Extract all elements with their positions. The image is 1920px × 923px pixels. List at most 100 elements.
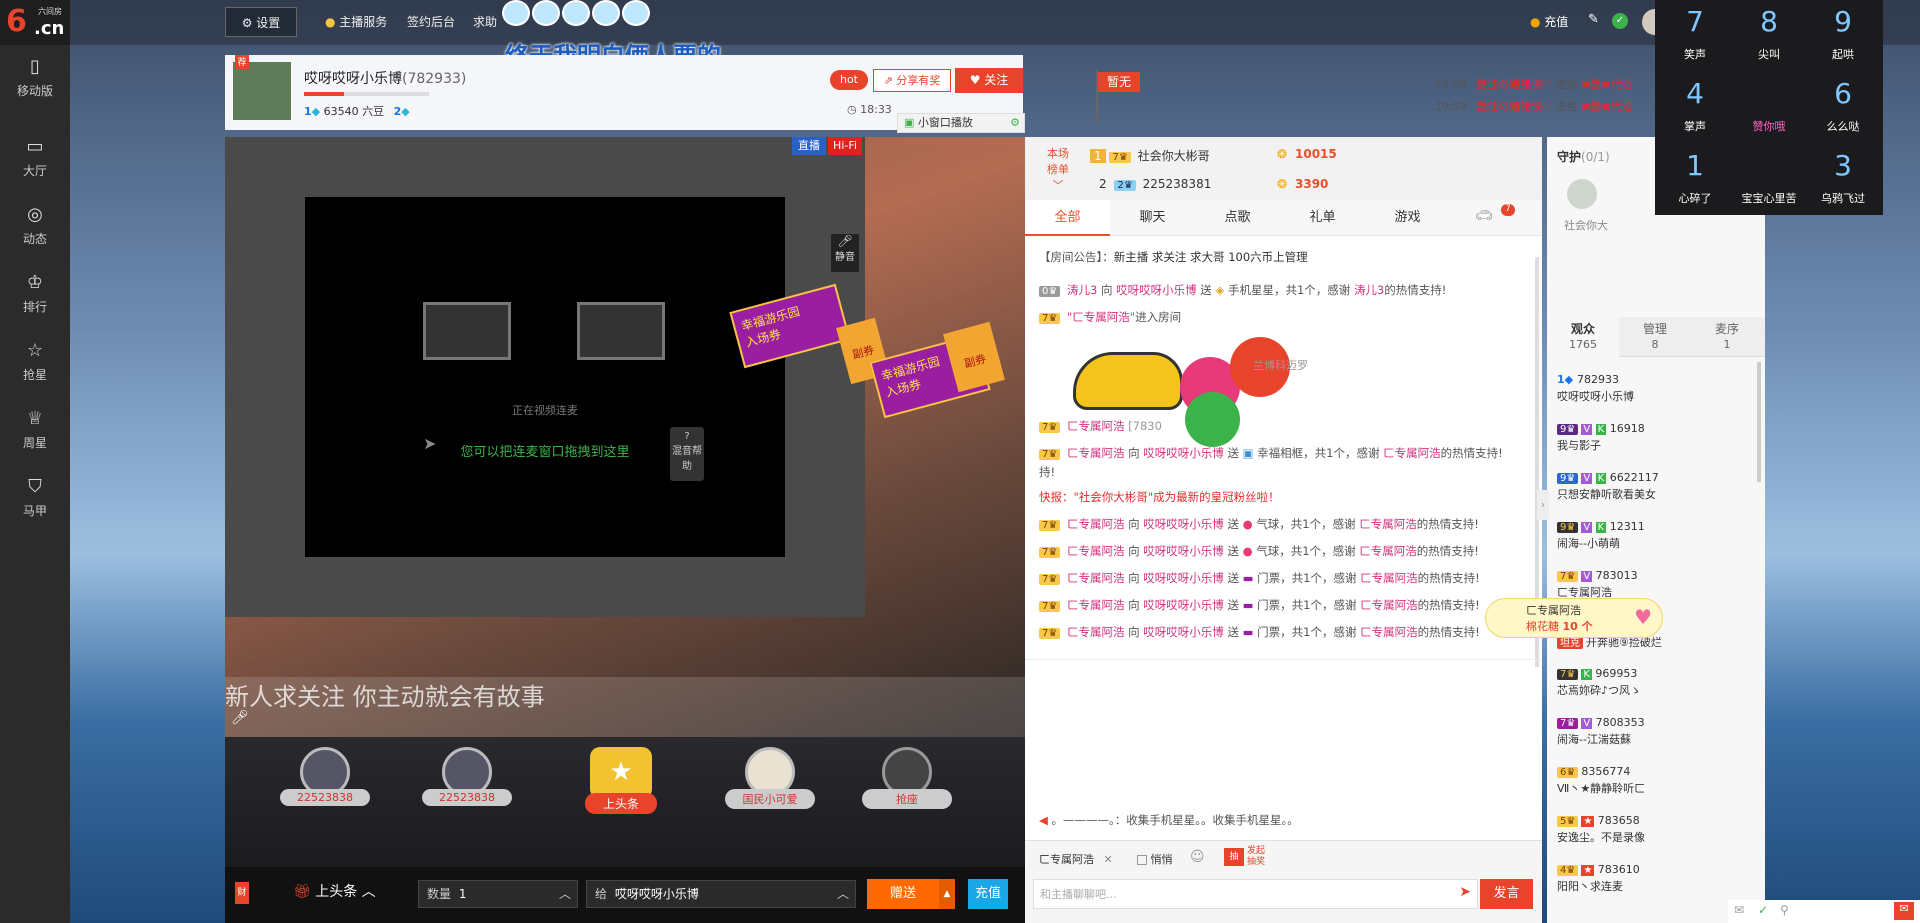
audience-row[interactable]: 7♛ V 783013 ㄈ专属阿浩 — [1557, 569, 1757, 600]
nav-vest[interactable]: ⛉ 马甲 — [0, 470, 70, 530]
guard-avatar[interactable] — [1567, 179, 1597, 209]
nav-week-star[interactable]: ♕ 周星 — [0, 402, 70, 462]
reply-target[interactable]: ㄈ专属阿浩 ✕ — [1039, 851, 1113, 867]
zoom-icon[interactable]: ⚲ — [1780, 903, 1789, 917]
share-button[interactable]: ⇗ 分享有奖 — [873, 69, 951, 92]
follow-button[interactable]: ♥ 关注 — [955, 68, 1023, 93]
anchor-service-link[interactable]: ● 主播服务 — [325, 7, 387, 37]
chat-thanks[interactable]: ㄈ专属阿浩 — [1360, 625, 1418, 639]
chat-target[interactable]: 哎呀哎呀小乐博 — [1143, 446, 1224, 460]
collapse-chevron-icon[interactable]: › — [1537, 490, 1549, 520]
settings-button[interactable]: ⚙ 设置 — [225, 7, 297, 37]
tab-games[interactable]: 游戏 — [1365, 200, 1450, 236]
audience-row[interactable]: 9♛ V K 12311 闹海--小萌萌 — [1557, 520, 1757, 551]
chat-user[interactable]: ㄈ专属阿浩 — [1067, 419, 1125, 433]
lottery-icon[interactable]: 抽 — [1224, 848, 1244, 866]
car-icon[interactable]: 🚗︎ — [1475, 208, 1493, 224]
chat-thanks[interactable]: ㄈ专属阿浩 — [1359, 517, 1417, 531]
recipient-select[interactable]: 给 哎呀哎呀小乐博 ︿ — [586, 880, 856, 908]
emote-cheer[interactable]: 9 起哄 — [1808, 0, 1878, 70]
give-button[interactable]: 赠送 — [867, 879, 939, 909]
chat-user[interactable]: ㄈ专属阿浩 — [1067, 571, 1125, 585]
chat-user[interactable]: ㄈ专属阿浩 — [1067, 544, 1125, 558]
rank-row[interactable]: 2 2♛ 225238381 ❂ 3390 — [1090, 177, 1410, 191]
gear-icon[interactable]: ⚙ — [1010, 114, 1020, 132]
give-dropdown-icon[interactable]: ▲ — [939, 879, 955, 909]
recharge-button[interactable]: 充值 — [968, 879, 1008, 909]
rank-row[interactable]: 1 7♛ 社会你大彬哥 ❂ 10015 — [1090, 147, 1410, 164]
audience-row[interactable]: 5♛ ★ 783658 安逸尘。不是录像 — [1557, 814, 1757, 845]
mail-icon[interactable]: ✉ — [1734, 903, 1744, 917]
tab-all[interactable]: 全部 — [1025, 200, 1110, 236]
help-link[interactable]: 求助 — [473, 7, 497, 37]
emote-applause[interactable]: 4 掌声 — [1660, 72, 1730, 142]
audience-row[interactable]: 4♛ ★ 783610 阳阳丶求连麦 — [1557, 863, 1757, 894]
emote-kiss[interactable]: 6 么么哒 — [1808, 72, 1878, 142]
send-button[interactable]: 发言 — [1480, 879, 1533, 909]
site-logo[interactable]: 6 六间房 .cn — [0, 0, 70, 45]
chat-user[interactable]: 涛儿3 — [1067, 283, 1097, 297]
mute-button[interactable]: 🎤︎ 静音 — [831, 234, 859, 272]
mic-icon[interactable]: 🎤︎ — [231, 710, 249, 726]
chat-target[interactable]: 哎呀哎呀小乐博 — [1143, 598, 1224, 612]
audience-scrollbar[interactable] — [1757, 362, 1761, 482]
audience-row[interactable]: 7♛ K 969953 芯焉妳砕♪つ风ゝ — [1557, 667, 1757, 698]
check-icon[interactable]: ✓ — [1758, 903, 1768, 917]
tab-mic-queue[interactable]: 麦序 1 — [1691, 317, 1763, 357]
fortune-icon[interactable]: 财 — [235, 882, 249, 904]
tab-chat[interactable]: 聊天 — [1110, 200, 1195, 236]
nav-feed[interactable]: ◎ 动态 — [0, 198, 70, 258]
co-stream-drop-area[interactable]: 正在视频连麦 ➤ 您可以把连麦窗口拖拽到这里 — [305, 197, 785, 557]
headline-seat[interactable]: ★ 上头条 — [585, 747, 657, 827]
seat-item[interactable]: 国民小可爱 — [725, 747, 815, 827]
edit-icon[interactable]: ✎ — [1588, 12, 1599, 27]
message-icon[interactable]: ✉ — [1894, 902, 1914, 920]
quantity-select[interactable]: 数量 1 ︿ — [418, 880, 578, 908]
seat-item[interactable]: 22523838 — [422, 747, 512, 827]
tab-song[interactable]: 点歌 — [1195, 200, 1280, 236]
headline-button[interactable]: 🎁︎ 上头条 ︿ — [293, 881, 376, 901]
chat-user[interactable]: ㄈ专属阿浩 — [1067, 625, 1125, 639]
mini-window-button[interactable]: ▣ 小窗口播放 ⚙ — [897, 113, 1025, 133]
chat-user[interactable]: "ㄈ专属阿浩" — [1067, 310, 1135, 324]
contract-backend-link[interactable]: 签约后台 — [407, 7, 455, 37]
chat-thanks[interactable]: ㄈ专属阿浩 — [1360, 598, 1418, 612]
chat-target[interactable]: 哎呀哎呀小乐博 — [1143, 517, 1224, 531]
close-icon[interactable]: ✕ — [1104, 853, 1113, 866]
emote-crow[interactable]: 3 乌鸦飞过 — [1808, 144, 1878, 214]
chat-user[interactable]: ㄈ专属阿浩 — [1067, 446, 1125, 460]
rank-label[interactable]: 本场 榜单 ﹀ — [1043, 145, 1073, 193]
emote-like-you[interactable]: 赞你哦 — [1734, 72, 1804, 142]
audience-row[interactable]: 9♛ V K 16918 我与影子 — [1557, 422, 1757, 453]
chat-target[interactable]: 哎呀哎呀小乐博 — [1143, 544, 1224, 558]
nav-grab-star[interactable]: ☆ 抢星 — [0, 334, 70, 394]
tab-audience[interactable]: 观众 1765 — [1547, 317, 1619, 357]
nav-hall[interactable]: ▭ 大厅 — [0, 130, 70, 190]
chat-thanks[interactable]: ㄈ专属阿浩 — [1359, 544, 1417, 558]
emote-heartbreak[interactable]: 1 心碎了 — [1660, 144, 1730, 214]
chat-target[interactable]: 哎呀哎呀小乐博 — [1143, 625, 1224, 639]
seat-item[interactable]: 22523838 — [280, 747, 370, 827]
emoji-icon[interactable]: ☺ — [1190, 849, 1205, 865]
recharge-link[interactable]: ● 充值 — [1530, 13, 1568, 30]
anchor-avatar[interactable] — [233, 62, 291, 120]
audience-row[interactable]: 9♛ V K 6622117 只想安静听歌看美女 — [1557, 471, 1757, 502]
video-player[interactable]: 正在视频连麦 ➤ 您可以把连麦窗口拖拽到这里 🎤︎ 静音 ? 混音帮助 直播 Hi-… — [225, 137, 1025, 737]
emote-scream[interactable]: 8 尖叫 — [1734, 0, 1804, 70]
whisper-checkbox[interactable]: 悄悄 — [1137, 851, 1173, 867]
send-plane-icon[interactable]: ➤ — [1459, 884, 1471, 900]
chat-thanks[interactable]: ㄈ专属阿浩 — [1360, 571, 1418, 585]
emote-sad-baby[interactable]: 宝宝心里苦 — [1734, 144, 1804, 214]
audience-row[interactable]: 1◆ 782933 哎呀哎呀小乐博 — [1557, 373, 1757, 404]
chat-input[interactable]: 和主播聊聊吧... ➤ — [1033, 879, 1478, 909]
emote-laugh[interactable]: 7 笑声 — [1660, 0, 1730, 70]
nav-mobile[interactable]: ▯ 移动版 — [0, 50, 70, 110]
audience-row[interactable]: 7♛ V 7808353 闹海--江湍菇蘇 — [1557, 716, 1757, 747]
nav-rank[interactable]: ♔ 排行 — [0, 266, 70, 326]
chat-target[interactable]: 哎呀哎呀小乐博 — [1116, 283, 1197, 297]
grab-seat[interactable]: 抢座 — [862, 747, 952, 827]
chat-target[interactable]: 哎呀哎呀小乐博 — [1143, 571, 1224, 585]
chat-user[interactable]: ㄈ专属阿浩 — [1067, 517, 1125, 531]
lottery-label[interactable]: 发起抽奖 — [1247, 846, 1271, 868]
chat-thanks[interactable]: 涛儿3 — [1354, 283, 1384, 297]
